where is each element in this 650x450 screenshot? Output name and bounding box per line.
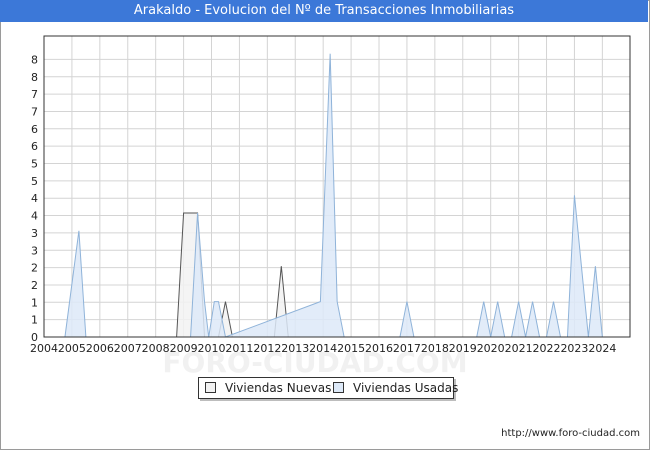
x-tick-label: 2014 bbox=[309, 342, 337, 355]
x-tick-label: 2004 bbox=[30, 342, 58, 355]
legend-swatch-nuevas bbox=[205, 382, 216, 393]
y-tick-label: 4 bbox=[31, 210, 38, 223]
x-tick-label: 2020 bbox=[477, 342, 505, 355]
legend-label-usadas: Viviendas Usadas bbox=[353, 381, 459, 395]
x-tick-label: 2024 bbox=[588, 342, 616, 355]
x-tick-label: 2017 bbox=[393, 342, 421, 355]
x-tick-label: 2005 bbox=[58, 342, 86, 355]
y-tick-label: 1 bbox=[31, 296, 38, 309]
x-tick-label: 2012 bbox=[253, 342, 281, 355]
y-tick-label: 4 bbox=[31, 192, 38, 205]
y-tick-label: 7 bbox=[31, 105, 38, 118]
y-tick-label: 3 bbox=[31, 244, 38, 257]
y-tick-label: 3 bbox=[31, 227, 38, 240]
y-tick-label: 6 bbox=[31, 123, 38, 136]
x-tick-label: 2010 bbox=[198, 342, 226, 355]
y-tick-label: 5 bbox=[31, 158, 38, 171]
legend-label-nuevas: Viviendas Nuevas bbox=[225, 381, 332, 395]
x-tick-label: 2006 bbox=[86, 342, 114, 355]
y-tick-label: 8 bbox=[31, 53, 38, 66]
x-tick-label: 2018 bbox=[421, 342, 449, 355]
x-tick-label: 2007 bbox=[114, 342, 142, 355]
x-tick-label: 2008 bbox=[142, 342, 170, 355]
x-tick-label: 2009 bbox=[170, 342, 198, 355]
x-tick-label: 2013 bbox=[281, 342, 309, 355]
legend-swatch-usadas bbox=[333, 382, 344, 393]
y-tick-label: 7 bbox=[31, 88, 38, 101]
x-tick-label: 2016 bbox=[365, 342, 393, 355]
x-tick-label: 2023 bbox=[560, 342, 588, 355]
x-tick-label: 2022 bbox=[533, 342, 561, 355]
x-tick-label: 2015 bbox=[337, 342, 365, 355]
y-tick-label: 5 bbox=[31, 175, 38, 188]
x-tick-label: 2019 bbox=[449, 342, 477, 355]
y-tick-label: 8 bbox=[31, 71, 38, 84]
y-tick-label: 1 bbox=[31, 314, 38, 327]
legend-item-nuevas: Viviendas Nuevas bbox=[205, 378, 331, 398]
y-tick-label: 2 bbox=[31, 279, 38, 292]
legend-item-usadas: Viviendas Usadas bbox=[333, 378, 458, 398]
chart-legend: Viviendas Nuevas Viviendas Usadas bbox=[198, 377, 458, 399]
y-tick-label: 2 bbox=[31, 262, 38, 275]
footer-url[interactable]: http://www.foro-ciudad.com bbox=[501, 428, 640, 439]
x-tick-label: 2011 bbox=[225, 342, 253, 355]
y-tick-label: 6 bbox=[31, 140, 38, 153]
x-tick-label: 2021 bbox=[505, 342, 533, 355]
